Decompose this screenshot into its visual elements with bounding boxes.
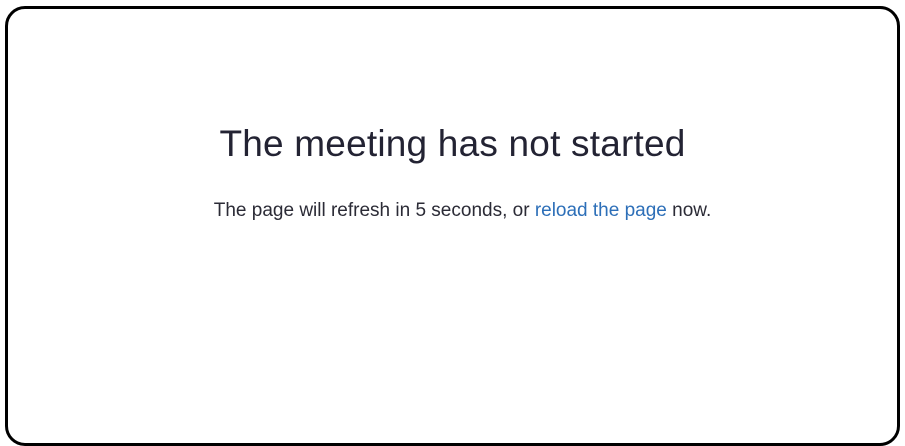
- reload-page-link[interactable]: reload the page: [535, 200, 667, 221]
- refresh-message: The page will refresh in 5 seconds, or r…: [0, 197, 905, 225]
- refresh-message-suffix: now.: [666, 200, 712, 221]
- refresh-message-text: The page will refresh in 5 seconds, or: [213, 200, 535, 221]
- page-title: The meeting has not started: [219, 123, 686, 164]
- window-frame: [5, 6, 900, 446]
